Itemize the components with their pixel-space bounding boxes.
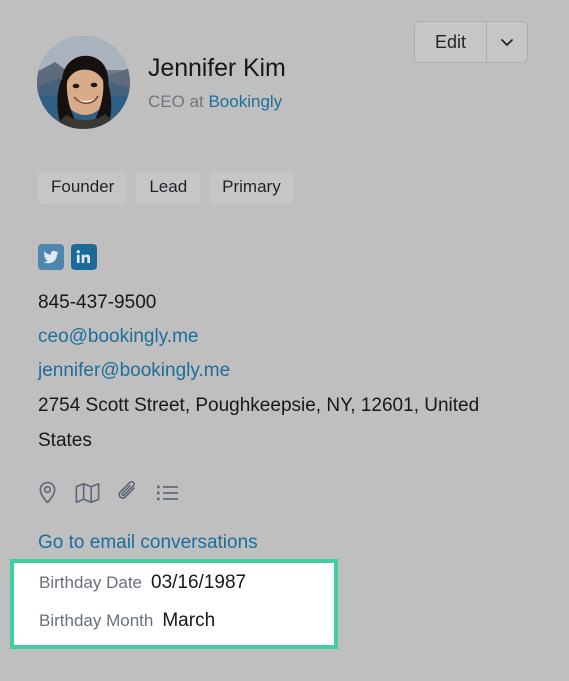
mailing-address: 2754 Scott Street, Poughkeepsie, NY, 126…	[38, 395, 480, 451]
birthday-month-value[interactable]: March	[162, 609, 215, 633]
chevron-down-icon[interactable]	[486, 22, 527, 62]
contact-header: Jennifer Kim CEO at Bookingly Edit	[0, 0, 569, 150]
field-row-birthday-month: Birthday Month March	[14, 609, 334, 647]
email-conversations-link[interactable]: Go to email conversations	[38, 530, 258, 556]
page-title: Jennifer Kim	[148, 54, 286, 82]
birthday-fields-highlight: Birthday Date 03/16/1987 Birthday Month …	[10, 559, 338, 649]
twitter-icon[interactable]	[38, 244, 64, 270]
paperclip-icon[interactable]	[117, 481, 139, 504]
identity-block: Jennifer Kim CEO at Bookingly	[148, 52, 286, 115]
tag-founder[interactable]: Founder	[38, 171, 128, 204]
linkedin-icon[interactable]	[71, 244, 97, 270]
location-pin-icon[interactable]	[37, 481, 58, 504]
contact-details: 845-437-9500 ceo@bookingly.me jennifer@b…	[38, 286, 538, 458]
tag-primary[interactable]: Primary	[209, 171, 294, 204]
tag-list: Founder Lead Primary	[38, 171, 294, 204]
email-primary[interactable]: ceo@bookingly.me	[38, 320, 538, 354]
person-subtitle: CEO at Bookingly	[148, 89, 286, 115]
edit-button[interactable]: Edit	[415, 22, 486, 62]
field-row-birthday-date: Birthday Date 03/16/1987	[14, 571, 334, 609]
list-icon[interactable]	[156, 483, 179, 503]
avatar[interactable]	[37, 36, 130, 129]
birthday-month-label: Birthday Month	[39, 611, 154, 630]
action-icon-row	[37, 481, 179, 504]
map-icon[interactable]	[75, 482, 100, 504]
email-secondary[interactable]: jennifer@bookingly.me	[38, 354, 538, 388]
phone-number[interactable]: 845-437-9500	[38, 286, 538, 320]
tag-lead[interactable]: Lead	[136, 171, 201, 204]
birthday-date-label: Birthday Date	[39, 573, 142, 592]
company-link[interactable]: Bookingly	[208, 92, 282, 111]
social-links	[38, 244, 97, 270]
edit-split-button[interactable]: Edit	[413, 21, 528, 63]
person-title-prefix: CEO at	[148, 92, 209, 111]
birthday-date-value[interactable]: 03/16/1987	[151, 571, 246, 595]
